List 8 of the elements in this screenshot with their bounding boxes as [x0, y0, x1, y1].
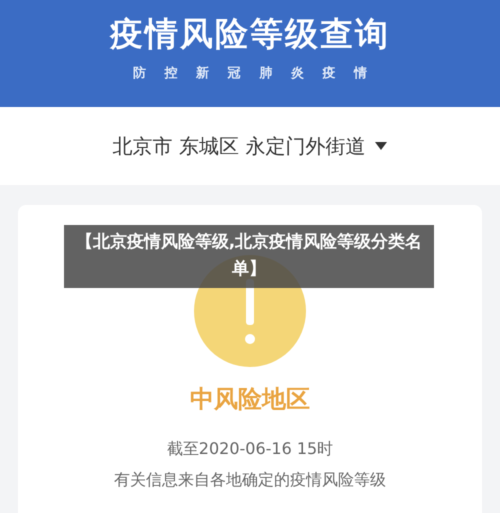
page-title: 疫情风险等级查询: [110, 14, 390, 54]
risk-level: 中风险地区: [190, 384, 310, 415]
caret-icon[interactable]: [375, 142, 388, 150]
location-selector[interactable]: 北京市 东城区 永定门外街道: [112, 132, 366, 160]
page-subtitle: 防 控 新 冠 肺 炎 疫 情: [133, 64, 367, 82]
source-note: 有关信息来自各地确定的疫情风险等级: [114, 470, 386, 491]
update-time: 截至2020-06-16 15时: [166, 439, 334, 460]
caption-banner: 【北京疫情风险等级,北京疫情风险等级分类名单】: [64, 225, 434, 288]
